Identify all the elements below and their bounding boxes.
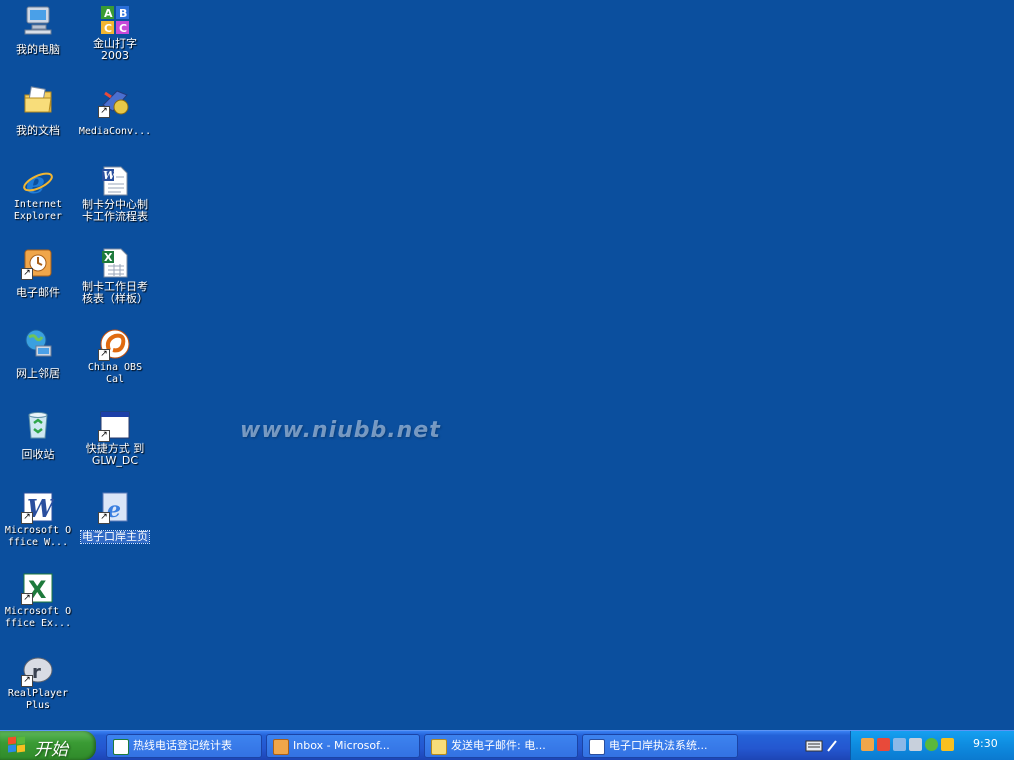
svg-text:A: A	[104, 7, 113, 20]
desktop-icon-label: 电子邮件	[16, 286, 60, 299]
taskbar-button-hotline-table[interactable]: 热线电话登记统计表	[106, 734, 262, 758]
desktop-icon-label: 制卡分中心制卡工作流程表	[82, 198, 148, 223]
desktop-icon-label: 回收站	[21, 448, 55, 461]
start-label: 开始	[34, 740, 68, 760]
taskbar: 开始 热线电话登记统计表 Inbox - Microsof... 发送电子邮件:…	[0, 730, 1014, 760]
antivirus-tray-icon[interactable]	[877, 738, 890, 751]
task-label: 发送电子邮件: 电...	[451, 739, 546, 752]
messenger-tray-icon[interactable]	[925, 738, 938, 751]
pen-tray-icon[interactable]	[941, 738, 954, 751]
window-shortcut-icon: ↗	[98, 409, 131, 442]
word-task-icon	[589, 739, 605, 755]
mediaconv-icon: ↗	[98, 85, 131, 118]
svg-text:B: B	[119, 7, 127, 20]
desktop-icon-e-port-homepage[interactable]: e ↗ 电子口岸主页	[77, 489, 153, 544]
shortcut-arrow-icon: ↗	[21, 512, 33, 524]
desktop-icon-recycle-bin[interactable]: 回收站	[0, 407, 76, 462]
desktop-icon-label: China OBS Cal	[87, 362, 143, 385]
email-task-icon	[431, 739, 447, 755]
taskbar-button-e-port-system[interactable]: 电子口岸执法系统...	[582, 734, 738, 758]
my-computer-icon	[22, 4, 54, 36]
taskbar-button-inbox[interactable]: Inbox - Microsof...	[266, 734, 420, 758]
ie-page-icon: e ↗	[98, 491, 131, 524]
excel-icon: X ↗	[21, 572, 54, 605]
task-label: 热线电话登记统计表	[133, 739, 232, 752]
shortcut-arrow-icon: ↗	[98, 512, 110, 524]
desktop-icon-label: Internet Explorer	[13, 199, 63, 222]
svg-text:X: X	[104, 251, 113, 264]
svg-text:W: W	[103, 169, 117, 182]
kingsoft-typing-icon: A B C C	[99, 4, 131, 36]
start-button[interactable]: 开始	[0, 731, 96, 760]
excel-document-icon: X	[99, 247, 131, 279]
shortcut-arrow-icon: ↗	[21, 268, 33, 280]
network-tray-icon[interactable]	[893, 738, 906, 751]
desktop-icon-label: 电子口岸主页	[80, 530, 150, 544]
china-obs-cal-icon: ↗	[98, 328, 131, 361]
desktop-icon-excel[interactable]: X ↗ Microsoft Office Ex...	[0, 570, 76, 630]
desktop-icon-mediaconv[interactable]: ↗ MediaConv...	[77, 83, 153, 138]
desktop-icon-label: 网上邻居	[16, 367, 60, 380]
desktop-icon-label: Microsoft Office Ex...	[4, 606, 72, 629]
desktop-icon-label: 金山打字 2003	[93, 37, 137, 62]
desktop-icon-realplayer[interactable]: r ↗ RealPlayer Plus	[0, 652, 76, 712]
task-label: Inbox - Microsof...	[293, 739, 390, 752]
windows-logo-icon	[8, 736, 26, 754]
network-places-icon	[22, 328, 54, 360]
desktop-icon-word[interactable]: W ↗ Microsoft Office W...	[0, 489, 76, 549]
desktop: 我的电脑 我的文档 e Internet Explorer ↗ 电子邮件 网上邻…	[0, 0, 1014, 730]
email-icon: ↗	[21, 247, 54, 280]
shortcut-arrow-icon: ↗	[98, 430, 110, 442]
shortcut-arrow-icon: ↗	[98, 106, 110, 118]
desktop-icon-label: 快捷方式 到 GLW_DC	[85, 442, 145, 467]
word-document-icon: W	[99, 165, 131, 197]
watermark: www.niubb.net	[240, 418, 441, 443]
desktop-icon-internet-explorer[interactable]: e Internet Explorer	[0, 163, 76, 223]
task-label: 电子口岸执法系统...	[609, 739, 708, 752]
desktop-icon-word-document[interactable]: W 制卡分中心制卡工作流程表	[77, 163, 153, 224]
system-tray: 9:30	[850, 731, 1014, 760]
desktop-icon-my-documents[interactable]: 我的文档	[0, 83, 76, 138]
desktop-icon-glw-dc-shortcut[interactable]: ↗ 快捷方式 到 GLW_DC	[77, 407, 153, 468]
desktop-icon-my-computer[interactable]: 我的电脑	[0, 2, 76, 57]
language-bar[interactable]	[800, 737, 844, 755]
taskbar-button-send-email[interactable]: 发送电子邮件: 电...	[424, 734, 578, 758]
desktop-icon-china-obs-cal[interactable]: ↗ China OBS Cal	[77, 326, 153, 386]
shortcut-arrow-icon: ↗	[98, 349, 110, 361]
desktop-icon-label: Microsoft Office W...	[4, 525, 72, 548]
svg-text:r: r	[32, 662, 41, 683]
desktop-icon-label: 我的电脑	[16, 43, 60, 56]
shortcut-arrow-icon: ↗	[21, 593, 33, 605]
word-icon: W ↗	[21, 491, 56, 524]
svg-text:C: C	[104, 22, 112, 35]
keyboard-icon	[805, 740, 837, 752]
desktop-icon-label: MediaConv...	[78, 126, 152, 137]
outlook-tray-icon[interactable]	[861, 738, 874, 751]
desktop-icon-network-places[interactable]: 网上邻居	[0, 326, 76, 381]
recycle-bin-icon	[22, 409, 54, 441]
volume-tray-icon[interactable]	[909, 738, 922, 751]
desktop-icon-email[interactable]: ↗ 电子邮件	[0, 245, 76, 300]
outlook-task-icon	[273, 739, 289, 755]
desktop-icon-excel-document[interactable]: X 制卡工作日考核表（样板）	[77, 245, 153, 306]
svg-text:C: C	[119, 22, 127, 35]
internet-explorer-icon: e	[22, 165, 54, 201]
desktop-icon-label: 我的文档	[16, 124, 60, 137]
shortcut-arrow-icon: ↗	[21, 675, 33, 687]
desktop-icon-label: 制卡工作日考核表（样板）	[82, 280, 148, 305]
excel-task-icon	[113, 739, 129, 755]
clock[interactable]: 9:30	[973, 737, 998, 750]
my-documents-icon	[22, 85, 54, 117]
desktop-icon-kingsoft-typing[interactable]: A B C C 金山打字 2003	[77, 2, 153, 63]
realplayer-icon: r ↗	[21, 654, 54, 687]
desktop-icon-label: RealPlayer Plus	[7, 688, 69, 711]
